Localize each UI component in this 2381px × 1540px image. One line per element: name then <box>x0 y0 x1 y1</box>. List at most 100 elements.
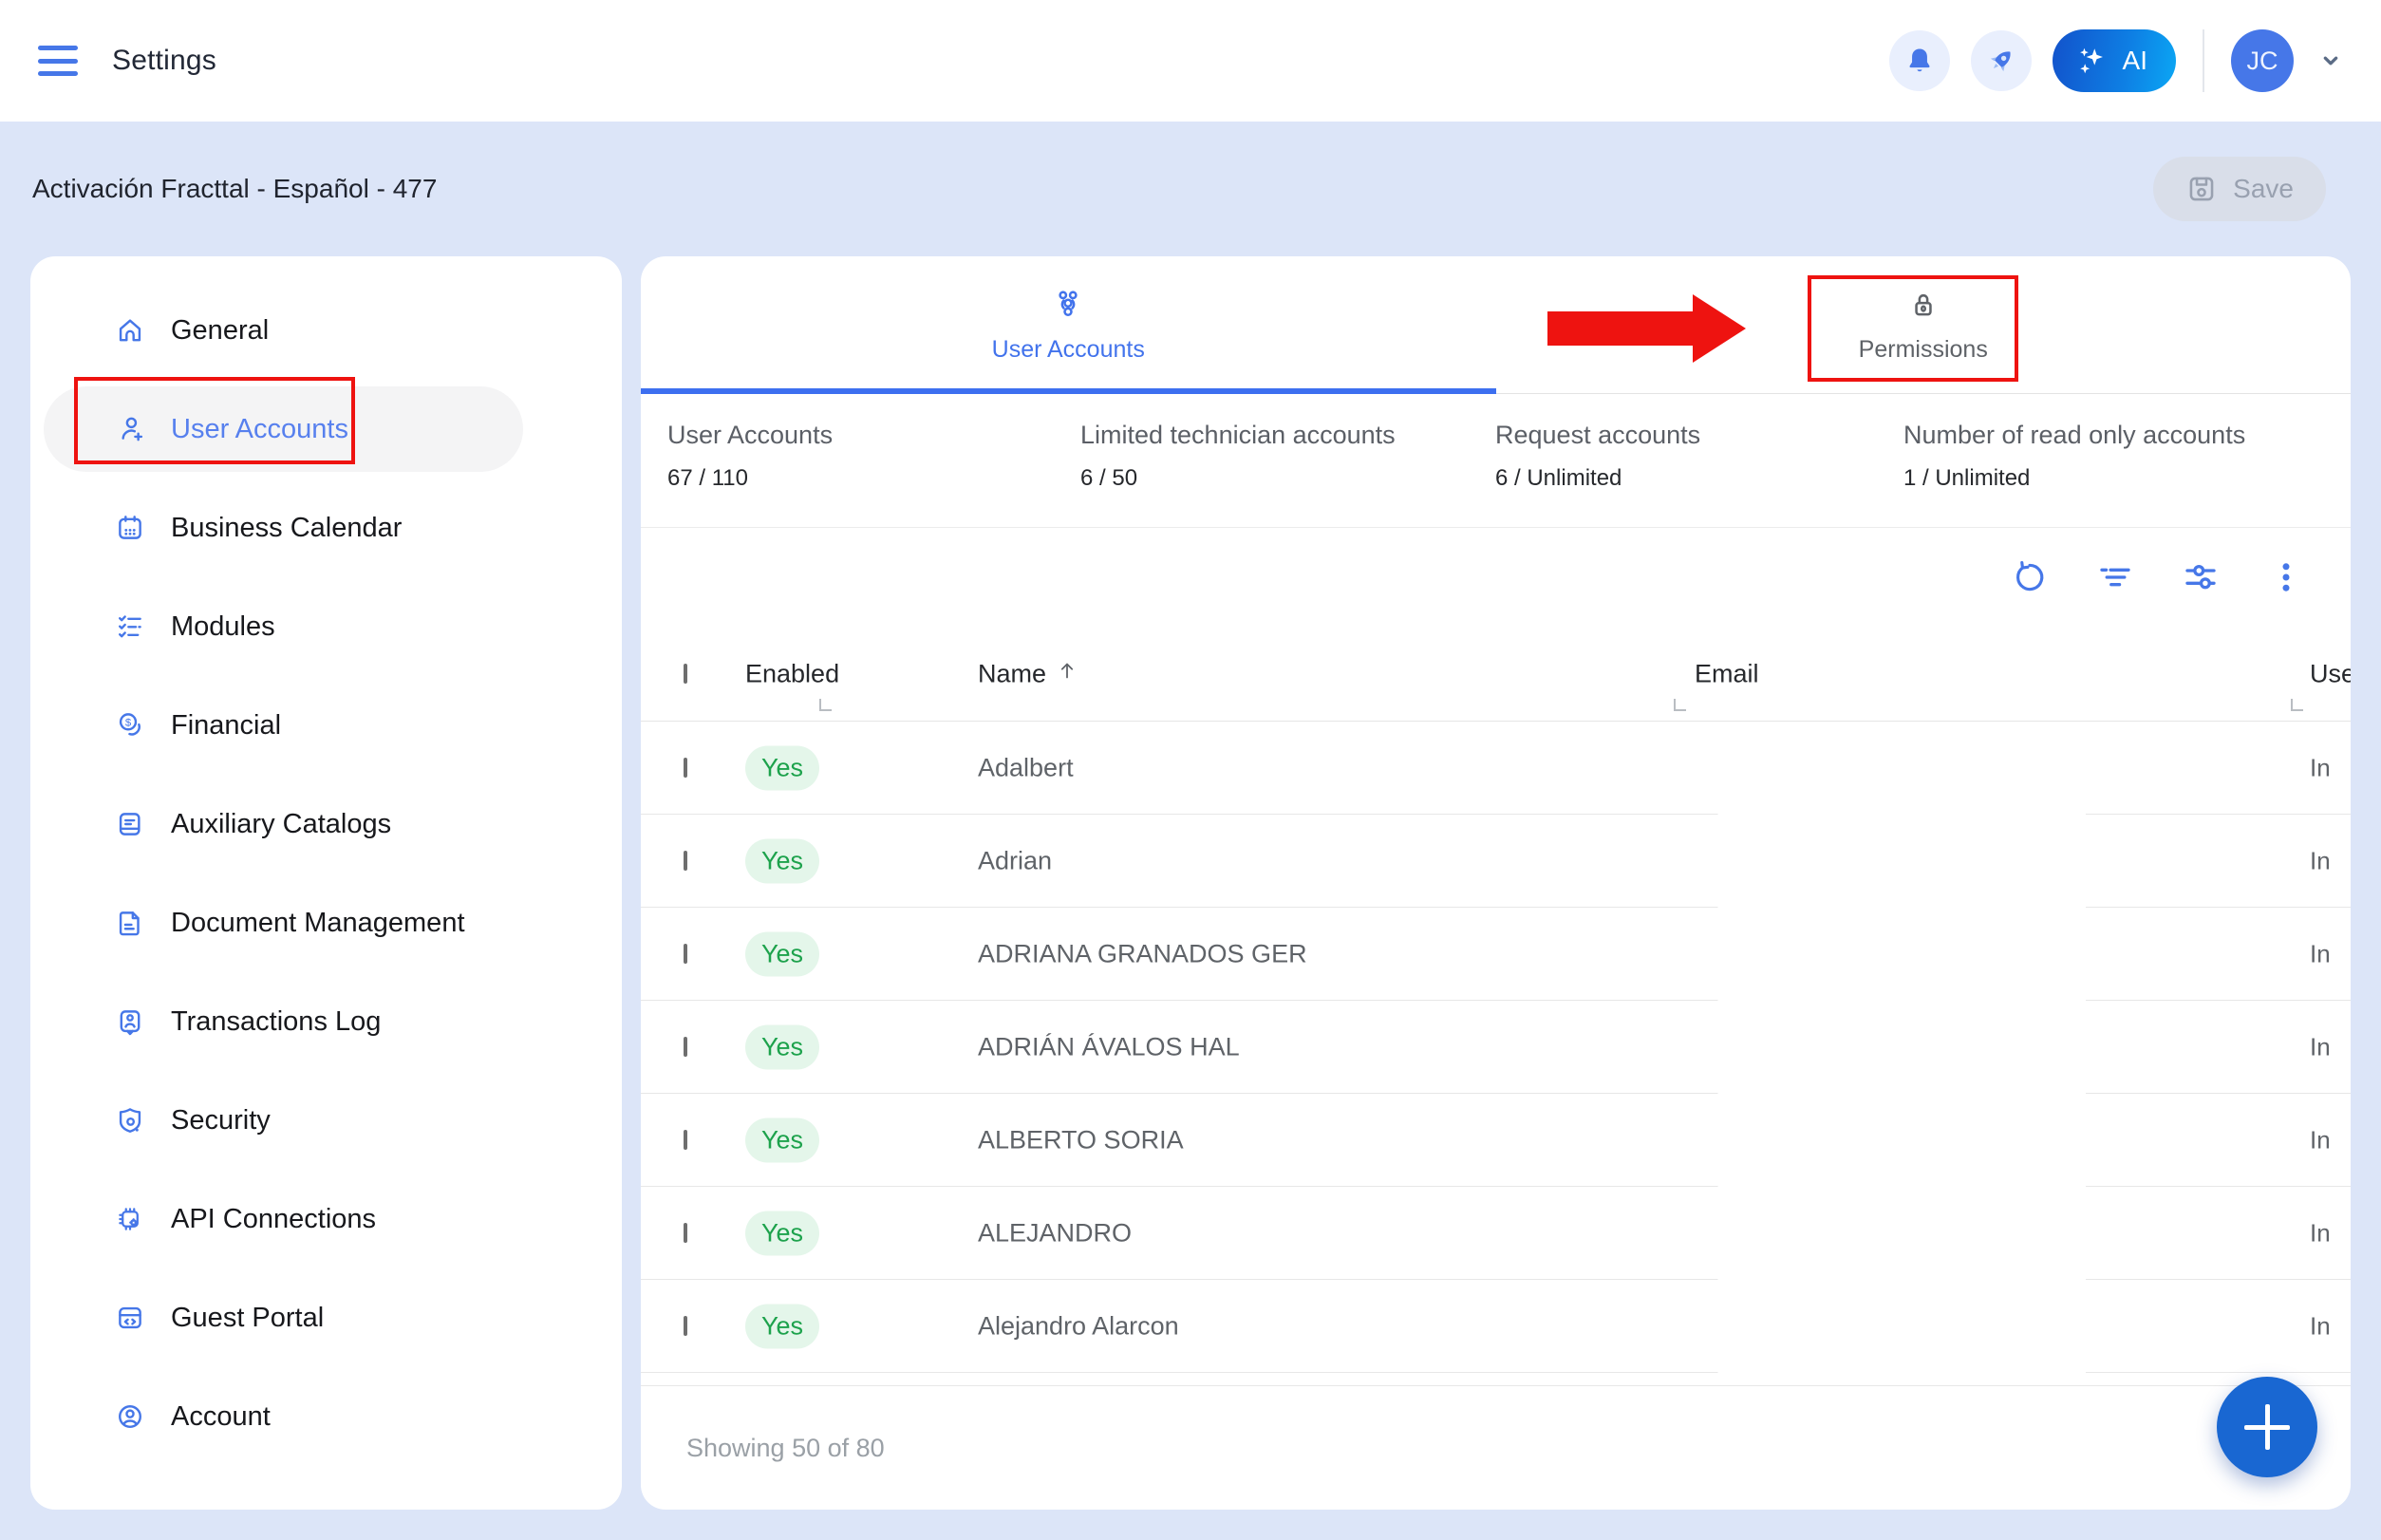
user-name: ADRIANA GRANADOS GER <box>978 940 1307 969</box>
sidebar-item-label: User Accounts <box>171 414 348 445</box>
ai-button-label: AI <box>2123 46 2147 76</box>
stat-value: 6 / Unlimited <box>1495 465 1700 492</box>
sidebar-item-business-calendar[interactable]: Business Calendar <box>30 479 622 577</box>
row-checkbox[interactable] <box>684 758 687 778</box>
sidebar-item-modules[interactable]: Modules <box>30 577 622 676</box>
enabled-badge: Yes <box>745 1025 819 1070</box>
stat-value: 1 / Unlimited <box>1903 465 2245 492</box>
table-row[interactable]: Yes ALBERTO SORIA In <box>641 1094 2351 1187</box>
user-accounts-panel: User Accounts Permissions User Accounts <box>641 256 2351 1510</box>
sidebar-item-transactions-log[interactable]: Transactions Log <box>30 972 622 1071</box>
table-row[interactable]: Yes Adrian In <box>641 815 2351 908</box>
stat-value: 6 / 50 <box>1080 465 1396 492</box>
tab-label: Permissions <box>1859 336 1988 364</box>
user-name: ALEJANDRO <box>978 1219 1132 1249</box>
enabled-badge: Yes <box>745 1305 819 1349</box>
document-icon <box>114 907 146 939</box>
column-resize-handle[interactable] <box>2291 699 2303 711</box>
save-button[interactable]: Save <box>2153 157 2326 221</box>
table-row[interactable]: Yes Alejandro Alarcon In <box>641 1280 2351 1373</box>
checklist-icon <box>114 610 146 643</box>
sidebar-item-label: Business Calendar <box>171 513 402 544</box>
sidebar-item-label: Document Management <box>171 908 465 939</box>
user-name: ADRIÁN ÁVALOS HAL <box>978 1033 1240 1062</box>
sidebar-item-financial[interactable]: $ Financial <box>30 676 622 775</box>
sort-ascending-icon[interactable] <box>1056 659 1078 682</box>
page-title: Settings <box>112 45 216 77</box>
dollar-coin-icon: $ <box>114 709 146 742</box>
enabled-badge: Yes <box>745 839 819 884</box>
sidebar-item-label: Auxiliary Catalogs <box>171 809 391 840</box>
table-row[interactable]: Yes ALEJANDRO In <box>641 1187 2351 1280</box>
sidebar-item-user-accounts[interactable]: User Accounts <box>30 380 622 479</box>
sidebar-item-document-management[interactable]: Document Management <box>30 873 622 972</box>
sidebar-item-api-connections[interactable]: API Connections <box>30 1170 622 1268</box>
stat-label: Limited technician accounts <box>1080 421 1396 450</box>
calendar-icon <box>114 512 146 544</box>
user-avatar[interactable]: JC <box>2231 29 2294 92</box>
group-icon <box>1050 287 1086 323</box>
column-header-email[interactable]: Email <box>1695 659 1759 688</box>
sidebar-item-account[interactable]: Account <box>30 1367 622 1466</box>
filter-button[interactable] <box>2094 556 2136 598</box>
tab-user-accounts[interactable]: User Accounts <box>641 256 1496 393</box>
rocket-icon <box>1985 45 2017 77</box>
more-options-button[interactable] <box>2265 556 2307 598</box>
fracttal-settings-app: Settings <box>0 0 2381 1540</box>
tab-label: User Accounts <box>992 336 1145 364</box>
refresh-button[interactable] <box>2009 556 2051 598</box>
catalog-book-icon <box>114 808 146 840</box>
bell-icon <box>1903 45 1936 77</box>
row-checkbox[interactable] <box>684 944 687 964</box>
stat-limited-technician-accounts: Limited technician accounts 6 / 50 <box>1080 394 1396 527</box>
sidebar-item-label: Security <box>171 1105 271 1136</box>
sidebar-item-general[interactable]: General <box>30 281 622 380</box>
row-checkbox[interactable] <box>684 1037 687 1057</box>
sparkles-icon <box>2075 44 2109 78</box>
user-type: In <box>2310 1033 2331 1062</box>
table-row[interactable]: Yes ADRIÁN ÁVALOS HAL In <box>641 1001 2351 1094</box>
select-all-checkbox[interactable] <box>684 664 687 684</box>
sidebar-item-label: Account <box>171 1401 271 1433</box>
enabled-badge: Yes <box>745 1118 819 1163</box>
pagination-summary: Showing 50 of 80 <box>686 1434 885 1463</box>
sidebar-item-auxiliary-catalogs[interactable]: Auxiliary Catalogs <box>30 775 622 873</box>
shield-icon <box>114 1104 146 1136</box>
column-header-user-type[interactable]: Use <box>2310 659 2351 688</box>
column-header-enabled[interactable]: Enabled <box>745 659 839 688</box>
notifications-button[interactable] <box>1889 30 1950 91</box>
column-resize-handle[interactable] <box>1674 699 1686 711</box>
row-checkbox[interactable] <box>684 851 687 871</box>
table-row[interactable]: Yes ADRIANA GRANADOS GER In <box>641 908 2351 1001</box>
table-toolbar <box>641 528 2351 627</box>
refresh-icon <box>2010 557 2050 597</box>
whats-new-button[interactable] <box>1971 30 2032 91</box>
table-row[interactable]: Yes Adalbert In <box>641 722 2351 815</box>
user-name: Alejandro Alarcon <box>978 1312 1179 1342</box>
sidebar-item-security[interactable]: Security <box>30 1071 622 1170</box>
table-footer: Showing 50 of 80 <box>641 1385 2351 1510</box>
ai-assistant-button[interactable]: AI <box>2053 29 2176 92</box>
column-header-name[interactable]: Name <box>978 659 1046 688</box>
row-checkbox[interactable] <box>684 1223 687 1243</box>
add-user-button[interactable] <box>2217 1377 2317 1477</box>
kebab-menu-icon <box>2266 557 2306 597</box>
save-button-label: Save <box>2233 174 2294 204</box>
user-table-body: Yes Adalbert In Yes Adrian In <box>641 722 2351 1385</box>
column-resize-handle[interactable] <box>819 699 832 711</box>
person-badge-icon <box>114 1005 146 1038</box>
row-checkbox[interactable] <box>684 1316 687 1336</box>
enabled-badge: Yes <box>745 746 819 791</box>
stat-label: User Accounts <box>667 421 833 450</box>
sidebar-item-label: General <box>171 315 269 347</box>
user-type: In <box>2310 1126 2331 1155</box>
sidebar-item-guest-portal[interactable]: Guest Portal <box>30 1268 622 1367</box>
sidebar-item-label: Transactions Log <box>171 1006 381 1038</box>
user-name: Adrian <box>978 847 1052 876</box>
row-checkbox[interactable] <box>684 1130 687 1150</box>
chevron-down-icon[interactable] <box>2315 45 2347 77</box>
column-settings-button[interactable] <box>2180 556 2222 598</box>
hamburger-menu-icon[interactable] <box>38 46 78 76</box>
user-type: In <box>2310 940 2331 969</box>
user-type: In <box>2310 1219 2331 1249</box>
